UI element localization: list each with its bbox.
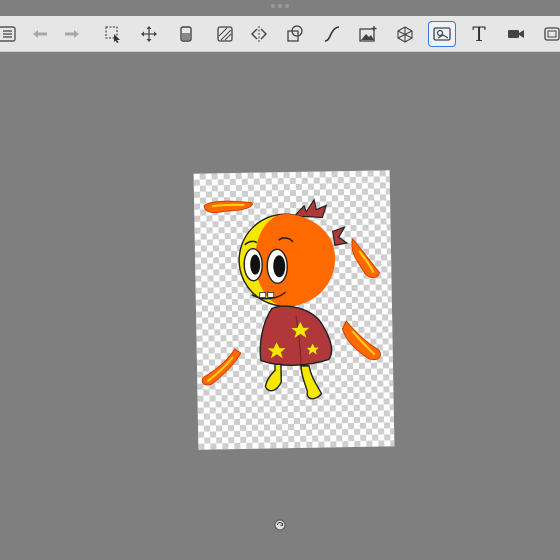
flame-left-lower: [201, 348, 242, 386]
fill-icon[interactable]: [172, 21, 200, 47]
character-artwork: [194, 170, 395, 449]
character-head: [238, 213, 336, 307]
image-import-icon[interactable]: [354, 21, 382, 47]
hatch-icon[interactable]: [211, 21, 239, 47]
curve-icon[interactable]: [318, 21, 346, 47]
character-shirt: [259, 305, 333, 367]
character-legs: [264, 363, 323, 400]
flip-icon[interactable]: [245, 21, 273, 47]
perspective-icon[interactable]: [391, 21, 419, 47]
shapes-icon[interactable]: [281, 21, 309, 47]
canvas-rotate-handle[interactable]: [274, 519, 286, 531]
flame-right-lower: [341, 320, 381, 361]
selection-icon[interactable]: [99, 21, 127, 47]
text-icon[interactable]: T: [465, 21, 493, 47]
flame-top-left: [203, 200, 253, 213]
flame-right-upper: [351, 237, 380, 279]
move-icon[interactable]: [135, 21, 163, 47]
reference-icon[interactable]: [428, 21, 456, 47]
redo-icon[interactable]: [58, 21, 86, 47]
toolbar-grabber[interactable]: [271, 4, 289, 8]
layers-list-icon[interactable]: [0, 21, 21, 47]
frame-icon[interactable]: [538, 21, 560, 47]
toolbar: T: [0, 16, 560, 52]
video-icon[interactable]: [502, 21, 530, 47]
drawing-canvas[interactable]: [193, 170, 395, 450]
undo-icon[interactable]: [26, 21, 54, 47]
